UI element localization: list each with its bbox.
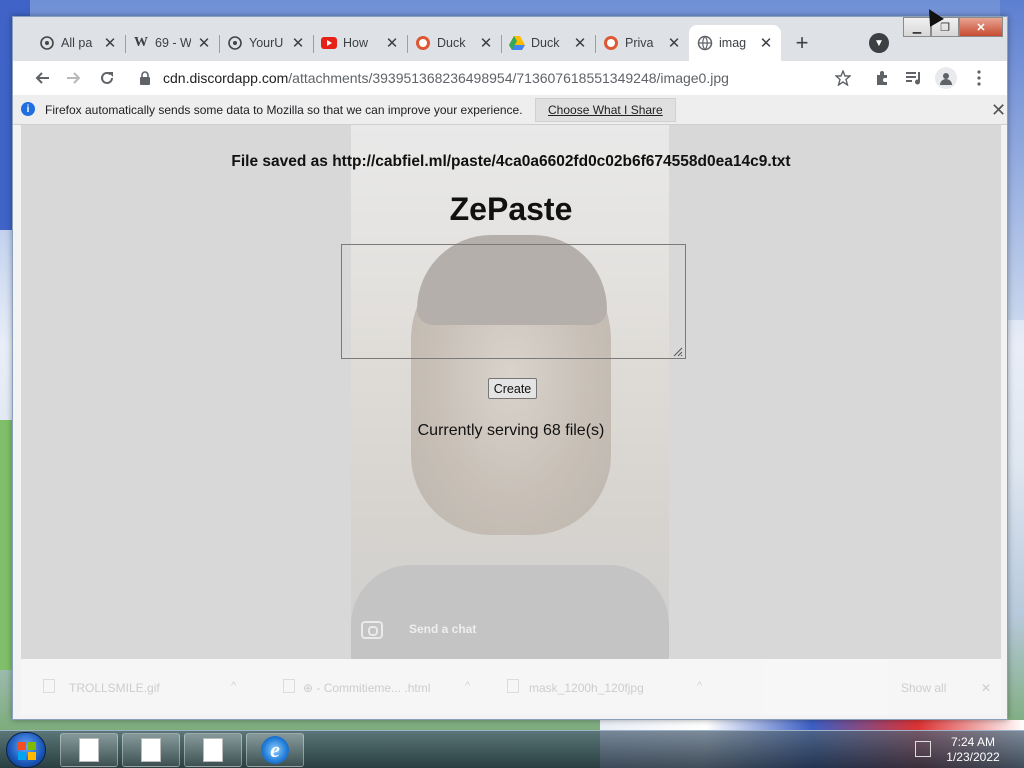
window-controls: ▁ ❐ ✕ [903,17,1003,37]
serving-count-text: Currently serving 68 file(s) [417,422,605,439]
chevron-up-icon[interactable]: ^ [465,680,470,692]
bookmark-star-icon[interactable] [831,66,855,90]
resize-grip-icon[interactable] [671,344,683,357]
close-icon[interactable]: ✕ [479,34,493,52]
tab-drive[interactable]: Duck ✕ [501,25,595,61]
downloads-bar: TROLLSMILE.gif ^ ⊕ - Commitieme... .html… [21,659,1001,715]
back-arrow-icon[interactable] [30,66,54,90]
document-icon [141,738,161,762]
tab-title: Duck [531,36,560,50]
new-tab-button[interactable]: + [789,30,815,56]
duckduckgo-icon [603,35,619,51]
taskbar: e 7:24 AM 1/23/2022 [0,730,1024,768]
close-icon[interactable]: ✕ [197,34,211,52]
tab-title: How [343,36,369,50]
tab-title: 69 - W [155,36,191,50]
profile-avatar-icon[interactable] [935,67,957,89]
tab-title: All pa [61,36,93,50]
file-icon [43,679,55,693]
tab-search-icon[interactable]: ▼ [869,33,889,53]
forward-arrow-icon[interactable] [62,66,86,90]
tab-duckduckgo[interactable]: Duck ✕ [407,25,501,61]
taskbar-item-ie[interactable]: e [246,733,304,767]
tab-title: Priva [625,36,654,50]
close-icon[interactable]: ✕ [385,34,399,52]
tab-all-pages[interactable]: All pa ✕ [31,25,125,61]
taskbar-item[interactable] [122,733,180,767]
page-title: ZePaste [449,191,573,227]
globe-icon [697,35,713,51]
tab-youru[interactable]: YourU ✕ [219,25,313,61]
close-icon[interactable]: ✕ [991,100,1006,121]
create-button[interactable]: Create [488,378,537,399]
close-icon[interactable]: ✕ [667,34,681,52]
tab-title: imag [719,36,747,50]
extensions-puzzle-icon[interactable] [870,66,894,90]
close-window-button[interactable]: ✕ [959,17,1003,37]
close-icon[interactable]: ✕ [573,34,587,52]
photo-shirt [351,565,669,659]
close-icon[interactable]: ✕ [759,34,773,52]
tab-youtube[interactable]: How ✕ [313,25,407,61]
photo-chat-hint: Send a chat [409,622,477,636]
tab-wikipedia[interactable]: W 69 - W ✕ [125,25,219,61]
button-label: Choose What I Share [548,103,663,117]
show-all-link[interactable]: Show all [901,681,946,695]
document-icon [79,738,99,762]
duckduckgo-icon [415,35,431,51]
url-path: /attachments/393951368236498954/71360761… [288,70,729,86]
network-icon[interactable] [915,741,931,757]
extension-icon [227,35,243,51]
tab-title: Duck [437,36,466,50]
lock-icon[interactable] [139,71,151,85]
tab-title: YourU [249,36,284,50]
close-icon[interactable]: ✕ [981,681,991,695]
file-icon [283,679,295,693]
browser-window: All pa ✕ W 69 - W ✕ YourU ✕ How ✕ Duck ✕… [12,16,1008,720]
download-item[interactable]: TROLLSMILE.gif [69,681,160,695]
address-bar[interactable]: cdn.discordapp.com/attachments/393951368… [163,70,729,86]
reload-icon[interactable] [95,66,119,90]
tab-image-active[interactable]: imag ✕ [689,25,781,61]
system-clock[interactable]: 7:24 AM 1/23/2022 [936,735,1010,765]
taskbar-item[interactable] [60,733,118,767]
close-icon[interactable]: ✕ [291,34,305,52]
extension-icon [39,35,55,51]
media-queue-icon[interactable] [902,66,926,90]
drive-icon [509,35,525,51]
windows-logo-icon [18,742,36,760]
clock-date: 1/23/2022 [946,750,1000,764]
camera-icon [361,621,383,639]
notification-message: Firefox automatically sends some data to… [45,103,523,117]
taskbar-item[interactable] [184,733,242,767]
internet-explorer-icon: e [261,736,289,764]
download-item[interactable]: mask_1200h_120fjpg [529,681,644,695]
tab-strip: All pa ✕ W 69 - W ✕ YourU ✕ How ✕ Duck ✕… [13,17,1007,61]
paste-textarea[interactable] [341,244,686,359]
start-button[interactable] [6,732,46,768]
menu-kebab-icon[interactable] [967,66,991,90]
clock-time: 7:24 AM [950,735,996,749]
image-file-icon [507,679,519,693]
page-content: Send a chat File saved as http://cabfiel… [21,125,1001,659]
close-icon[interactable]: ✕ [103,34,117,52]
chevron-up-icon[interactable]: ^ [231,680,236,692]
browser-toolbar: cdn.discordapp.com/attachments/393951368… [13,61,1007,95]
url-domain: cdn.discordapp.com [163,70,289,86]
wikipedia-icon: W [134,35,148,50]
notification-bar: i Firefox automatically sends some data … [13,95,1007,125]
download-item[interactable]: ⊕ - Commitieme... .html [303,681,430,695]
document-icon [203,738,223,762]
tab-privacy[interactable]: Priva ✕ [595,25,689,61]
saved-message: File saved as http://cabfiel.ml/paste/4c… [231,153,791,170]
info-icon: i [21,102,35,116]
youtube-icon [321,35,337,51]
chevron-up-icon[interactable]: ^ [697,680,702,692]
choose-what-i-share-button[interactable]: Choose What I Share [535,98,676,122]
